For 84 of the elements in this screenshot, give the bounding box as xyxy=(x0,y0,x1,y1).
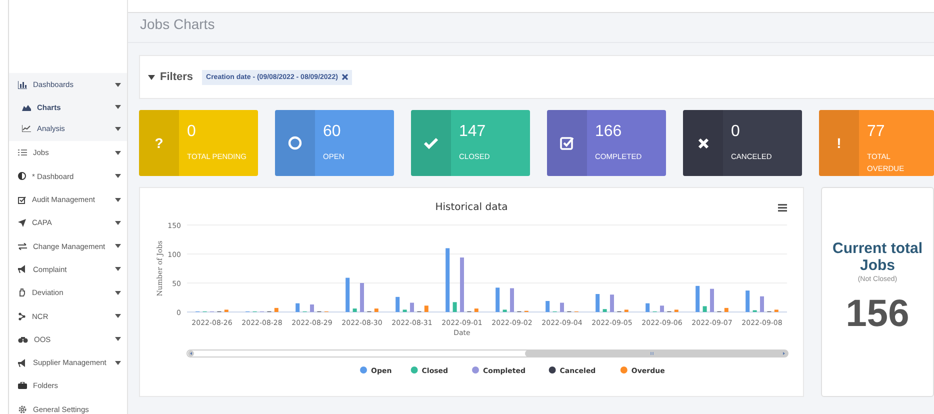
binoculars-icon xyxy=(18,336,28,343)
chart-title: Historical data xyxy=(435,202,508,213)
line-chart-icon xyxy=(22,125,31,132)
caret-icon xyxy=(115,82,121,87)
megaphone-icon xyxy=(18,358,27,367)
bar xyxy=(710,288,714,312)
checkbox-icon xyxy=(560,136,574,150)
caret-icon xyxy=(115,105,121,110)
caret-icon xyxy=(115,267,121,272)
page-title: Jobs Charts xyxy=(128,13,934,43)
bar xyxy=(346,278,350,312)
gear-icon xyxy=(18,404,27,414)
bar xyxy=(402,310,407,312)
bar xyxy=(396,296,400,312)
bar xyxy=(602,309,607,312)
megaphone-icon xyxy=(18,265,27,274)
filters-title: Filters xyxy=(160,71,194,83)
bar xyxy=(660,306,664,312)
briefcase-icon xyxy=(18,382,27,390)
stat-value: 166 xyxy=(595,122,623,142)
stat-value: 0 xyxy=(731,122,741,142)
bar xyxy=(724,308,728,312)
bar xyxy=(646,303,650,312)
bar xyxy=(702,306,707,312)
bar xyxy=(546,300,550,312)
caret-icon xyxy=(115,244,121,248)
bar xyxy=(502,310,507,312)
ring-icon xyxy=(288,136,302,150)
bar xyxy=(760,296,764,312)
hand-icon xyxy=(18,288,26,298)
caret-icon xyxy=(115,126,121,131)
menu-icon[interactable] xyxy=(778,204,787,212)
bar xyxy=(360,283,364,312)
bar-chart-icon xyxy=(18,80,27,89)
bar xyxy=(410,302,414,312)
caret-icon xyxy=(115,150,121,155)
bar xyxy=(374,308,378,312)
bar xyxy=(452,302,457,312)
close-icon xyxy=(342,74,348,80)
caret-icon xyxy=(115,290,121,295)
swap-icon xyxy=(18,242,27,250)
bar xyxy=(560,302,564,312)
exclamation-icon: ! xyxy=(836,135,842,151)
arrow-icon xyxy=(18,218,26,227)
bar xyxy=(460,257,464,312)
stat-value: 77 xyxy=(867,122,886,142)
bar xyxy=(446,248,450,312)
total-title: Current total Jobs xyxy=(832,240,924,274)
bar xyxy=(746,290,750,312)
chart-scrollbar[interactable] xyxy=(186,350,788,358)
bar xyxy=(674,310,678,312)
caret-icon xyxy=(115,360,121,365)
caret-icon xyxy=(115,337,121,342)
check-icon xyxy=(424,137,438,149)
bar xyxy=(696,286,700,312)
caret-icon xyxy=(115,198,121,202)
half-circle-icon xyxy=(18,172,26,180)
stat-value: 60 xyxy=(323,122,342,142)
bar xyxy=(296,303,300,312)
bar xyxy=(224,310,228,312)
caret-icon xyxy=(115,314,121,318)
bar xyxy=(610,294,614,312)
caret-icon xyxy=(115,220,121,225)
bar xyxy=(496,288,500,312)
bar xyxy=(510,288,514,312)
bar xyxy=(424,306,428,312)
bar xyxy=(310,304,314,312)
checkbox-icon xyxy=(18,196,26,204)
bar xyxy=(274,308,278,312)
caret-icon xyxy=(115,174,121,178)
question-mark-icon: ? xyxy=(154,135,164,151)
stat-value: 147 xyxy=(459,122,487,142)
cross-icon xyxy=(698,138,708,148)
network-icon xyxy=(18,312,26,321)
stat-value: 0 xyxy=(187,122,197,142)
total-value: 156 xyxy=(846,293,910,336)
list-icon xyxy=(18,149,27,156)
bar xyxy=(474,308,478,312)
bar xyxy=(624,310,628,312)
caret-icon xyxy=(148,74,155,80)
bar xyxy=(774,310,778,312)
area-chart-icon xyxy=(22,104,31,111)
bar xyxy=(352,308,357,312)
bar xyxy=(596,294,600,312)
